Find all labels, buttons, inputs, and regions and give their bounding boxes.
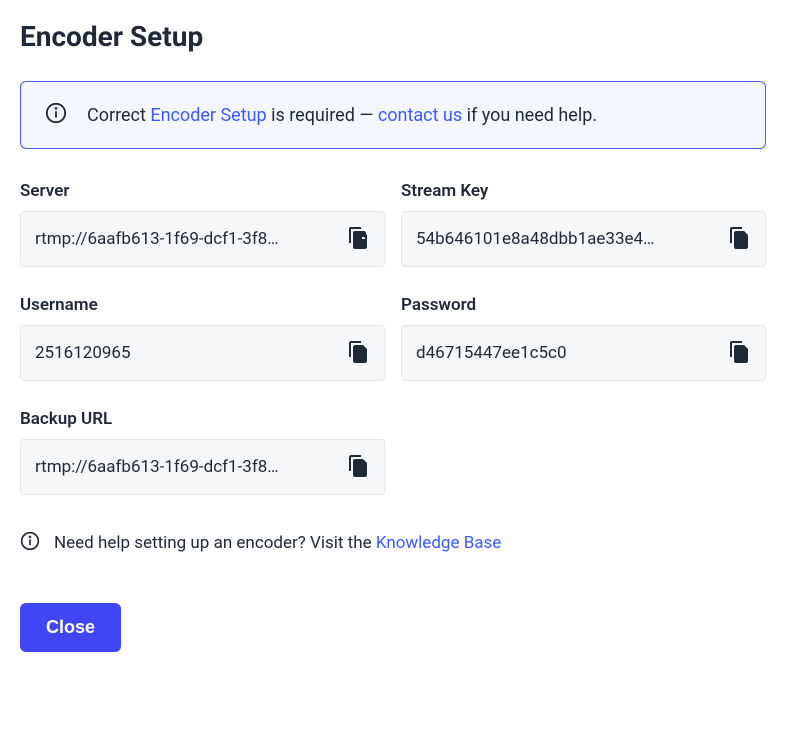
info-banner: Correct Encoder Setup is required — cont… bbox=[20, 81, 766, 149]
copy-icon bbox=[727, 340, 751, 367]
field-password: Password d46715447ee1c5c0 bbox=[401, 295, 766, 381]
field-value-stream-key: 54b646101e8a48dbb1ae33e4… bbox=[416, 229, 717, 249]
field-value-backup-url: rtmp://6aafb613-1f69-dcf1-3f8… bbox=[35, 457, 336, 477]
field-label-stream-key: Stream Key bbox=[401, 181, 766, 201]
field-backup-url: Backup URL rtmp://6aafb613-1f69-dcf1-3f8… bbox=[20, 409, 385, 495]
help-text: Need help setting up an encoder? Visit t… bbox=[54, 533, 501, 553]
field-server: Server rtmp://6aafb613-1f69-dcf1-3f8… bbox=[20, 181, 385, 267]
field-value-username: 2516120965 bbox=[35, 343, 336, 363]
copy-button-password[interactable] bbox=[727, 340, 751, 367]
field-box-stream-key: 54b646101e8a48dbb1ae33e4… bbox=[401, 211, 766, 267]
field-box-username: 2516120965 bbox=[20, 325, 385, 381]
field-username: Username 2516120965 bbox=[20, 295, 385, 381]
info-banner-text: Correct Encoder Setup is required — cont… bbox=[87, 105, 597, 126]
page-title: Encoder Setup bbox=[20, 20, 766, 53]
field-value-password: d46715447ee1c5c0 bbox=[416, 343, 717, 363]
copy-icon bbox=[346, 454, 370, 481]
help-row: Need help setting up an encoder? Visit t… bbox=[20, 531, 766, 555]
field-box-server: rtmp://6aafb613-1f69-dcf1-3f8… bbox=[20, 211, 385, 267]
info-icon bbox=[20, 531, 40, 555]
field-box-password: d46715447ee1c5c0 bbox=[401, 325, 766, 381]
field-label-username: Username bbox=[20, 295, 385, 315]
info-icon bbox=[45, 102, 67, 128]
copy-icon bbox=[346, 340, 370, 367]
field-label-password: Password bbox=[401, 295, 766, 315]
contact-us-link[interactable]: contact us bbox=[378, 105, 462, 126]
copy-button-stream-key[interactable] bbox=[727, 226, 751, 253]
copy-button-backup-url[interactable] bbox=[346, 454, 370, 481]
encoder-setup-link[interactable]: Encoder Setup bbox=[150, 105, 266, 126]
banner-suffix: if you need help. bbox=[462, 105, 597, 126]
copy-icon bbox=[727, 226, 751, 253]
copy-button-username[interactable] bbox=[346, 340, 370, 367]
field-stream-key: Stream Key 54b646101e8a48dbb1ae33e4… bbox=[401, 181, 766, 267]
close-button[interactable]: Close bbox=[20, 603, 121, 652]
field-label-backup-url: Backup URL bbox=[20, 409, 385, 429]
copy-icon bbox=[346, 226, 370, 253]
knowledge-base-link[interactable]: Knowledge Base bbox=[376, 533, 501, 553]
field-label-server: Server bbox=[20, 181, 385, 201]
field-value-server: rtmp://6aafb613-1f69-dcf1-3f8… bbox=[35, 229, 336, 249]
copy-button-server[interactable] bbox=[346, 226, 370, 253]
banner-middle: is required — bbox=[267, 105, 378, 126]
field-box-backup-url: rtmp://6aafb613-1f69-dcf1-3f8… bbox=[20, 439, 385, 495]
banner-prefix: Correct bbox=[87, 105, 150, 126]
help-prefix: Need help setting up an encoder? Visit t… bbox=[54, 533, 376, 553]
fields-grid: Server rtmp://6aafb613-1f69-dcf1-3f8… St… bbox=[20, 181, 766, 495]
